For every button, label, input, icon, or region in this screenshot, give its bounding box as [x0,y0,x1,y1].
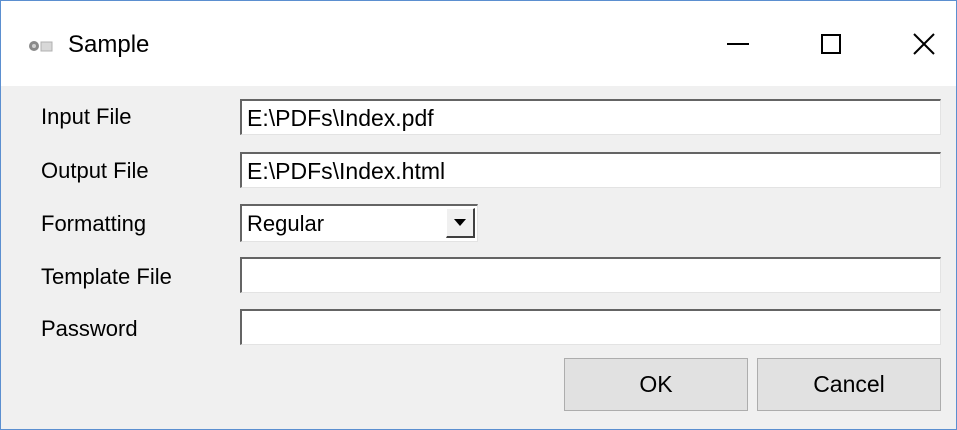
cancel-button[interactable]: Cancel [757,358,941,411]
maximize-icon [821,34,841,54]
input-file-label: Input File [41,104,132,129]
app-icon [27,37,57,53]
template-file-label: Template File [41,264,172,289]
close-button[interactable] [899,21,949,67]
output-file-label: Output File [41,158,149,183]
dropdown-arrow-icon [454,214,466,232]
window-title: Sample [68,31,150,58]
formatting-selected-value: Regular [247,211,325,236]
formatting-label: Formatting [41,211,147,236]
password-label: Password [41,316,138,341]
input-file-field[interactable]: E:\PDFs\Index.pdf [240,99,941,135]
ok-button[interactable]: OK [564,358,748,411]
dialog-window: Sample Input File E:\PDFs\Index.pdf Outp… [0,0,957,430]
minimize-icon [727,42,749,46]
password-field[interactable] [240,309,941,345]
maximize-button[interactable] [806,21,856,67]
output-file-field[interactable]: E:\PDFs\Index.html [240,152,941,188]
minimize-button[interactable] [713,21,763,67]
template-file-field[interactable] [240,257,941,293]
formatting-dropdown-button[interactable] [446,208,475,238]
close-icon [913,33,935,55]
formatting-select[interactable]: Regular [240,204,478,242]
title-bar[interactable]: Sample [1,1,956,86]
